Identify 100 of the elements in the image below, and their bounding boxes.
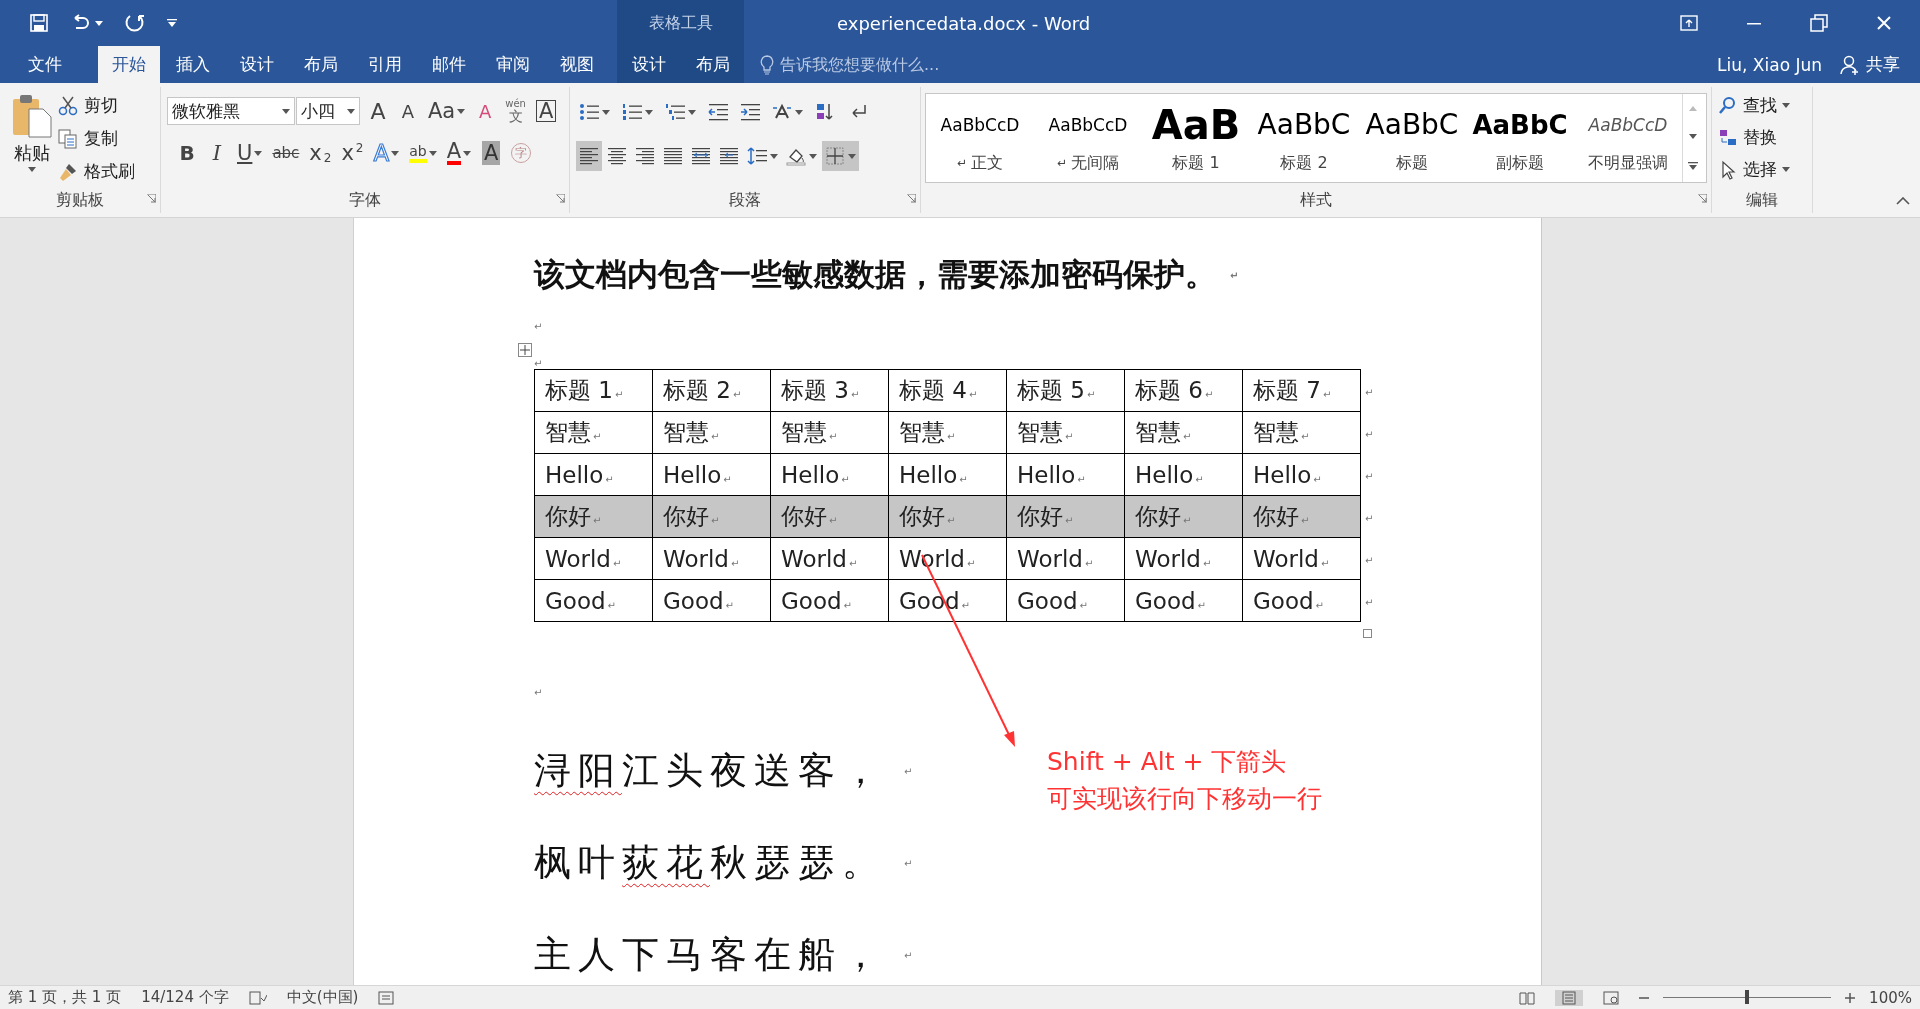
row-end-mark: ↵	[1365, 513, 1374, 524]
clear-format-button[interactable]: A	[473, 97, 498, 125]
change-case-button[interactable]: Aa	[426, 97, 468, 125]
page-count[interactable]: 第 1 页，共 1 页	[8, 988, 122, 1007]
share-button[interactable]: 共享	[1840, 53, 1900, 76]
ribbon-tab[interactable]: 审阅	[482, 46, 544, 83]
caret-icon[interactable]	[809, 153, 817, 159]
caret-icon[interactable]	[688, 109, 696, 115]
caret-icon[interactable]	[463, 150, 472, 156]
restore-icon[interactable]	[1810, 14, 1828, 32]
caret-icon[interactable]	[457, 108, 466, 114]
borders-button[interactable]	[822, 141, 859, 171]
table-cell: World↵	[888, 537, 1007, 580]
table-cell: World↵	[770, 537, 889, 580]
user-name[interactable]: Liu, Xiao Jun	[1717, 54, 1822, 75]
ribbon-tab[interactable]: 文件	[14, 46, 76, 83]
caret-icon[interactable]	[1782, 167, 1790, 172]
paste-button[interactable]: 粘贴	[6, 87, 58, 187]
bold-button[interactable]: B	[175, 139, 199, 167]
redo-icon[interactable]	[125, 13, 145, 33]
cut-button[interactable]: 剪切	[58, 91, 135, 120]
zoom-in-icon[interactable]	[1845, 992, 1856, 1003]
style-item[interactable]: AaB 标题 1	[1142, 94, 1250, 182]
select-button[interactable]: 选择	[1718, 155, 1806, 184]
table-cell: 你好↵	[1242, 495, 1361, 538]
ribbon-tab[interactable]: 邮件	[418, 46, 480, 83]
ribbon-display-icon[interactable]	[1680, 15, 1698, 31]
language-indicator[interactable]: 中文(中国)	[286, 988, 359, 1007]
table-resize-handle-icon[interactable]	[1363, 629, 1372, 638]
poem-line: 浔阳 江头夜送客，	[534, 748, 886, 794]
phonetic-guide-button[interactable]: wén 文	[503, 97, 528, 125]
grow-font-button[interactable]: A	[366, 97, 390, 125]
dialog-launcher-icon[interactable]	[907, 194, 916, 203]
table-move-handle-icon[interactable]	[518, 343, 532, 357]
ribbon-tab[interactable]: 视图	[546, 46, 608, 83]
scroll-down-icon[interactable]	[1689, 134, 1697, 139]
caret-icon[interactable]	[770, 153, 778, 159]
table-cell: 标题 1↵	[534, 369, 653, 412]
strikethrough-button[interactable]: abc	[270, 139, 302, 167]
row-end-mark: ↵	[1365, 471, 1374, 482]
ribbon-tab[interactable]: 引用	[354, 46, 416, 83]
subscript-button[interactable]: x 2	[307, 139, 334, 167]
ribbon-tab[interactable]: 开始	[98, 46, 160, 83]
find-button[interactable]: 查找	[1718, 91, 1806, 120]
caret-icon[interactable]	[795, 109, 803, 115]
caret-icon[interactable]	[1782, 103, 1790, 108]
zoom-level[interactable]: 100%	[1869, 988, 1912, 1007]
zoom-slider-thumb[interactable]	[1745, 990, 1750, 1004]
highlight-button[interactable]: ab	[407, 139, 439, 167]
ribbon-tab[interactable]: 插入	[162, 46, 224, 83]
caret-icon[interactable]	[645, 109, 653, 115]
paragraph-mark: ↵	[904, 765, 920, 777]
font-name-dropdown[interactable]: 微软雅黑	[167, 97, 295, 125]
word-count[interactable]: 14/124 个字	[141, 988, 229, 1007]
style-item[interactable]: AaBbC 副标题	[1466, 94, 1574, 182]
italic-button[interactable]: I	[205, 139, 229, 167]
tell-me-field[interactable]: 告诉我您想要做什么...	[780, 55, 1040, 74]
style-item[interactable]: AaBbC 标题 2	[1250, 94, 1358, 182]
table-cell: 标题 6↵	[1124, 369, 1243, 412]
proofing-icon[interactable]	[248, 990, 267, 1005]
align-center-icon	[607, 146, 627, 166]
style-item[interactable]: AaBbCcD ↵ 无间隔	[1034, 94, 1142, 182]
caret-icon[interactable]	[848, 153, 856, 159]
row-end-mark: ↵	[1365, 555, 1374, 566]
underline-button[interactable]: U	[235, 139, 265, 167]
caret-icon[interactable]	[602, 109, 610, 115]
customize-caret-icon[interactable]	[167, 19, 177, 27]
character-border-button[interactable]: A	[533, 97, 559, 125]
ribbon-tab[interactable]: 布局	[290, 46, 352, 83]
table-cell: 你好↵	[534, 495, 653, 538]
caret-icon[interactable]	[391, 150, 400, 156]
replace-button[interactable]: 替换	[1718, 123, 1806, 152]
copy-button[interactable]: 复制	[58, 124, 135, 153]
caret-icon[interactable]	[95, 20, 103, 26]
close-icon[interactable]	[1876, 15, 1892, 31]
style-item[interactable]: AaBbC 标题	[1358, 94, 1466, 182]
align-left-icon	[579, 146, 599, 166]
caret-icon[interactable]	[28, 167, 36, 172]
caret-icon[interactable]	[254, 150, 263, 156]
font-color-button[interactable]: A	[444, 139, 474, 167]
ribbon-tab[interactable]: 布局	[682, 46, 744, 83]
dialog-launcher-icon[interactable]	[1698, 194, 1707, 203]
align-left-button[interactable]	[576, 141, 602, 171]
dialog-launcher-icon[interactable]	[556, 194, 565, 203]
collapse-ribbon-icon[interactable]	[1896, 197, 1910, 205]
save-icon[interactable]	[30, 14, 48, 32]
caret-icon[interactable]	[428, 150, 437, 156]
style-item[interactable]: AaBbCcD ↵ 正文	[926, 94, 1034, 182]
ribbon-tab[interactable]: 设计	[226, 46, 288, 83]
print-view-button[interactable]	[1555, 989, 1584, 1006]
more-styles-icon[interactable]	[1688, 162, 1698, 171]
style-item[interactable]: AaBbCcD 不明显强调	[1574, 94, 1682, 182]
caret-icon[interactable]	[282, 108, 290, 114]
caret-icon[interactable]	[347, 108, 355, 114]
ribbon-tab[interactable]: 设计	[618, 46, 680, 83]
format-painter-button[interactable]: 格式刷	[58, 157, 135, 186]
font-size-dropdown[interactable]: 小四	[296, 97, 360, 125]
paragraph-mark: ↵	[904, 949, 920, 961]
shrink-font-button[interactable]: A	[396, 97, 420, 125]
dialog-launcher-icon[interactable]	[147, 194, 156, 203]
